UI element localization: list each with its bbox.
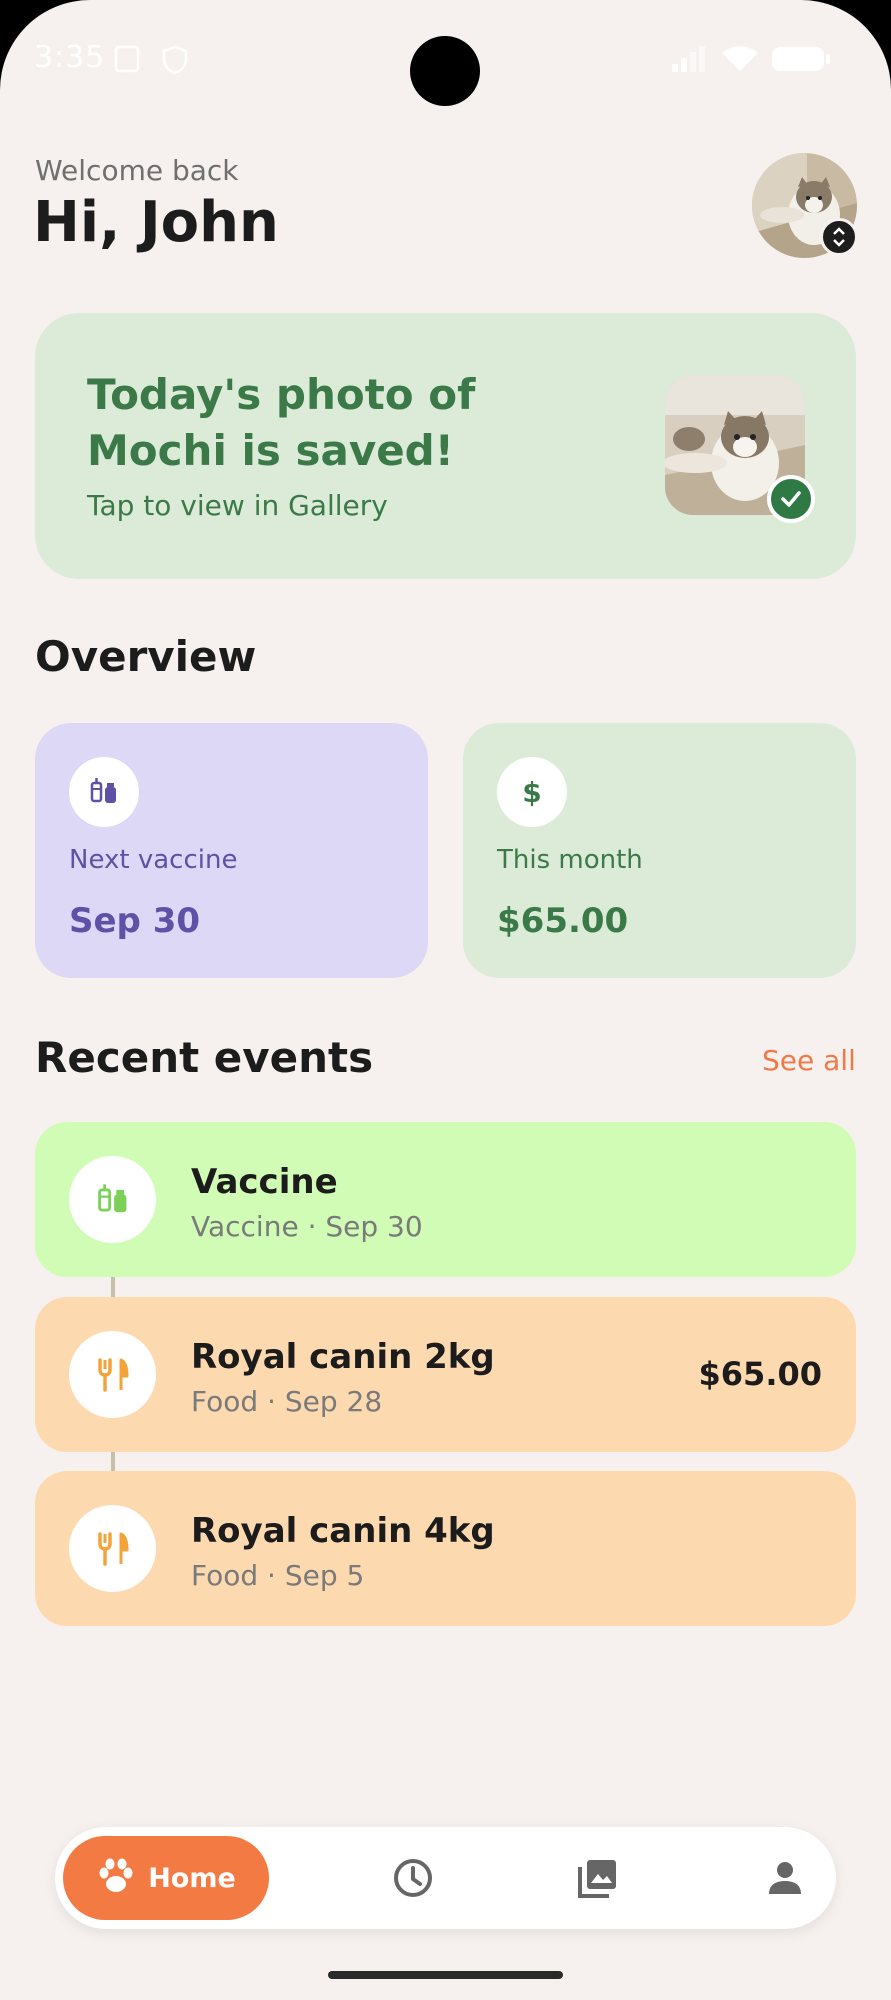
recent-events-title: Recent events (35, 1033, 374, 1082)
vaccine-icon (69, 757, 139, 827)
event-amount: $65.00 (698, 1355, 822, 1393)
photo-card-title: Today's photo of Mochi is saved! (87, 370, 476, 475)
greeting-title: Hi, John (33, 190, 279, 255)
monthly-spend-card[interactable]: $ This month $65.00 (463, 723, 856, 978)
wifi-icon (720, 44, 760, 78)
vaccine-icon (69, 1156, 156, 1243)
status-bar: 3:35 (0, 0, 891, 120)
next-vaccine-card[interactable]: Next vaccine Sep 30 (35, 723, 428, 978)
next-vaccine-value: Sep 30 (69, 901, 201, 941)
check-icon (767, 475, 815, 523)
monthly-spend-value: $65.00 (497, 901, 629, 941)
next-vaccine-label: Next vaccine (69, 845, 238, 875)
signal-icon (670, 44, 710, 78)
shield-icon (160, 44, 190, 80)
nav-home-button[interactable]: Home (63, 1836, 269, 1920)
gallery-icon[interactable] (573, 1853, 623, 1903)
status-time: 3:35 (34, 40, 106, 75)
nav-home-label: Home (148, 1862, 236, 1894)
front-camera (410, 36, 480, 106)
history-icon[interactable] (388, 1853, 438, 1903)
event-title: Royal canin 4kg (191, 1511, 495, 1551)
bottom-nav: Home (55, 1827, 836, 1929)
event-title: Royal canin 2kg (191, 1337, 495, 1377)
event-item-royal-canin-4kg[interactable]: Royal canin 4kg Food · Sep 5 (35, 1471, 856, 1626)
monthly-spend-label: This month (497, 845, 643, 875)
profile-icon[interactable] (760, 1853, 810, 1903)
switch-pet-icon[interactable] (820, 218, 858, 256)
home-indicator[interactable] (328, 1971, 563, 1979)
dollar-icon: $ (497, 757, 567, 827)
event-item-vaccine[interactable]: Vaccine Vaccine · Sep 30 (35, 1122, 856, 1277)
welcome-text: Welcome back (35, 154, 239, 187)
battery-icon (770, 44, 832, 78)
see-all-link[interactable]: See all (762, 1044, 856, 1077)
photo-saved-card[interactable]: Today's photo of Mochi is saved! Tap to … (35, 313, 856, 579)
pet-avatar-switcher[interactable] (752, 153, 858, 258)
photo-card-subtitle: Tap to view in Gallery (87, 489, 388, 522)
event-title: Vaccine (191, 1162, 338, 1202)
event-subtitle: Food · Sep 28 (191, 1385, 383, 1418)
food-icon (69, 1331, 156, 1418)
screenshot-icon (112, 44, 142, 78)
paw-icon (96, 1857, 136, 1899)
event-item-royal-canin-2kg[interactable]: Royal canin 2kg Food · Sep 28 $65.00 (35, 1297, 856, 1452)
event-subtitle: Vaccine · Sep 30 (191, 1210, 423, 1243)
event-subtitle: Food · Sep 5 (191, 1559, 365, 1592)
overview-title: Overview (35, 632, 257, 681)
food-icon (69, 1505, 156, 1592)
app-screen: 3:35 Welcome back Hi, John Today's photo… (0, 0, 891, 2000)
